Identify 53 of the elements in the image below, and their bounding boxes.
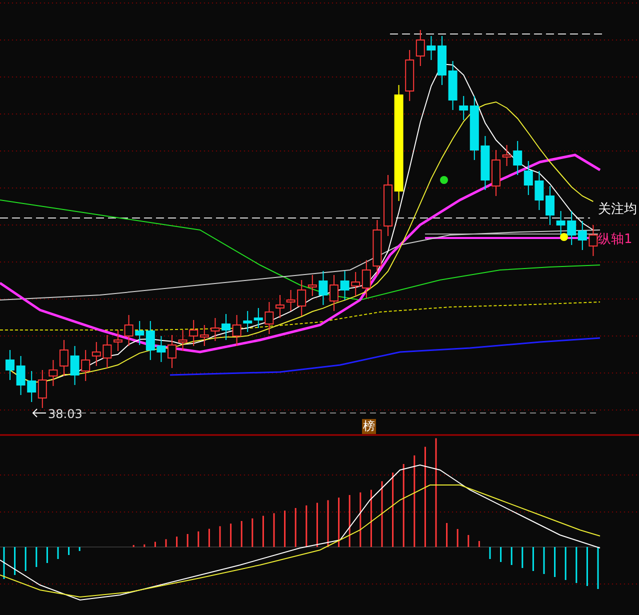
candlestick (27, 370, 36, 402)
candlestick (222, 314, 230, 340)
candlestick (276, 294, 284, 318)
candlestick (264, 302, 274, 334)
candlestick (318, 270, 328, 306)
candlestick (513, 140, 522, 176)
candlestick (416, 30, 425, 66)
candlestick (81, 350, 90, 382)
candlestick (556, 210, 566, 236)
candlestick (405, 50, 414, 102)
candlestick (426, 36, 436, 60)
signal-dot (560, 233, 568, 241)
candlestick (70, 346, 80, 386)
candlestick (588, 224, 598, 256)
candlestick (372, 220, 382, 276)
candlestick (578, 220, 587, 250)
candlestick (524, 160, 533, 196)
candlestick (546, 186, 554, 226)
candlestick (200, 324, 209, 346)
candlestick (286, 290, 296, 312)
candlestick (480, 136, 490, 190)
candlestick (92, 342, 101, 366)
candlestick (114, 330, 122, 352)
candlestick (384, 174, 392, 236)
candlestick (102, 334, 112, 368)
arrow-icon (32, 408, 46, 418)
candlestick (38, 370, 47, 408)
candlestick (448, 60, 458, 110)
candlestick (330, 274, 338, 312)
annotation-label: 纵轴1 (598, 232, 632, 247)
candlestick (502, 144, 512, 166)
annotation-label: 关注均 (598, 202, 637, 217)
candlestick (492, 150, 500, 196)
candlestick (254, 308, 263, 328)
candlestick (60, 340, 68, 376)
candlestick (567, 210, 576, 246)
candlestick (340, 270, 350, 300)
candlestick (48, 360, 58, 386)
candlestick (438, 36, 446, 86)
candlestick (178, 330, 188, 352)
candlestick (189, 320, 198, 346)
candlestick (534, 170, 544, 210)
candlestick (6, 350, 14, 380)
price-low-label: 38.03 (48, 407, 82, 421)
candlestick (124, 314, 134, 346)
ranking-label: 榜 (362, 419, 376, 434)
candlestick (156, 336, 166, 362)
candlestick (243, 310, 252, 332)
candlestick (210, 318, 220, 342)
candlestick (16, 356, 26, 396)
candlestick (232, 314, 242, 346)
signal-dot (440, 176, 448, 184)
candlestick (168, 334, 176, 368)
